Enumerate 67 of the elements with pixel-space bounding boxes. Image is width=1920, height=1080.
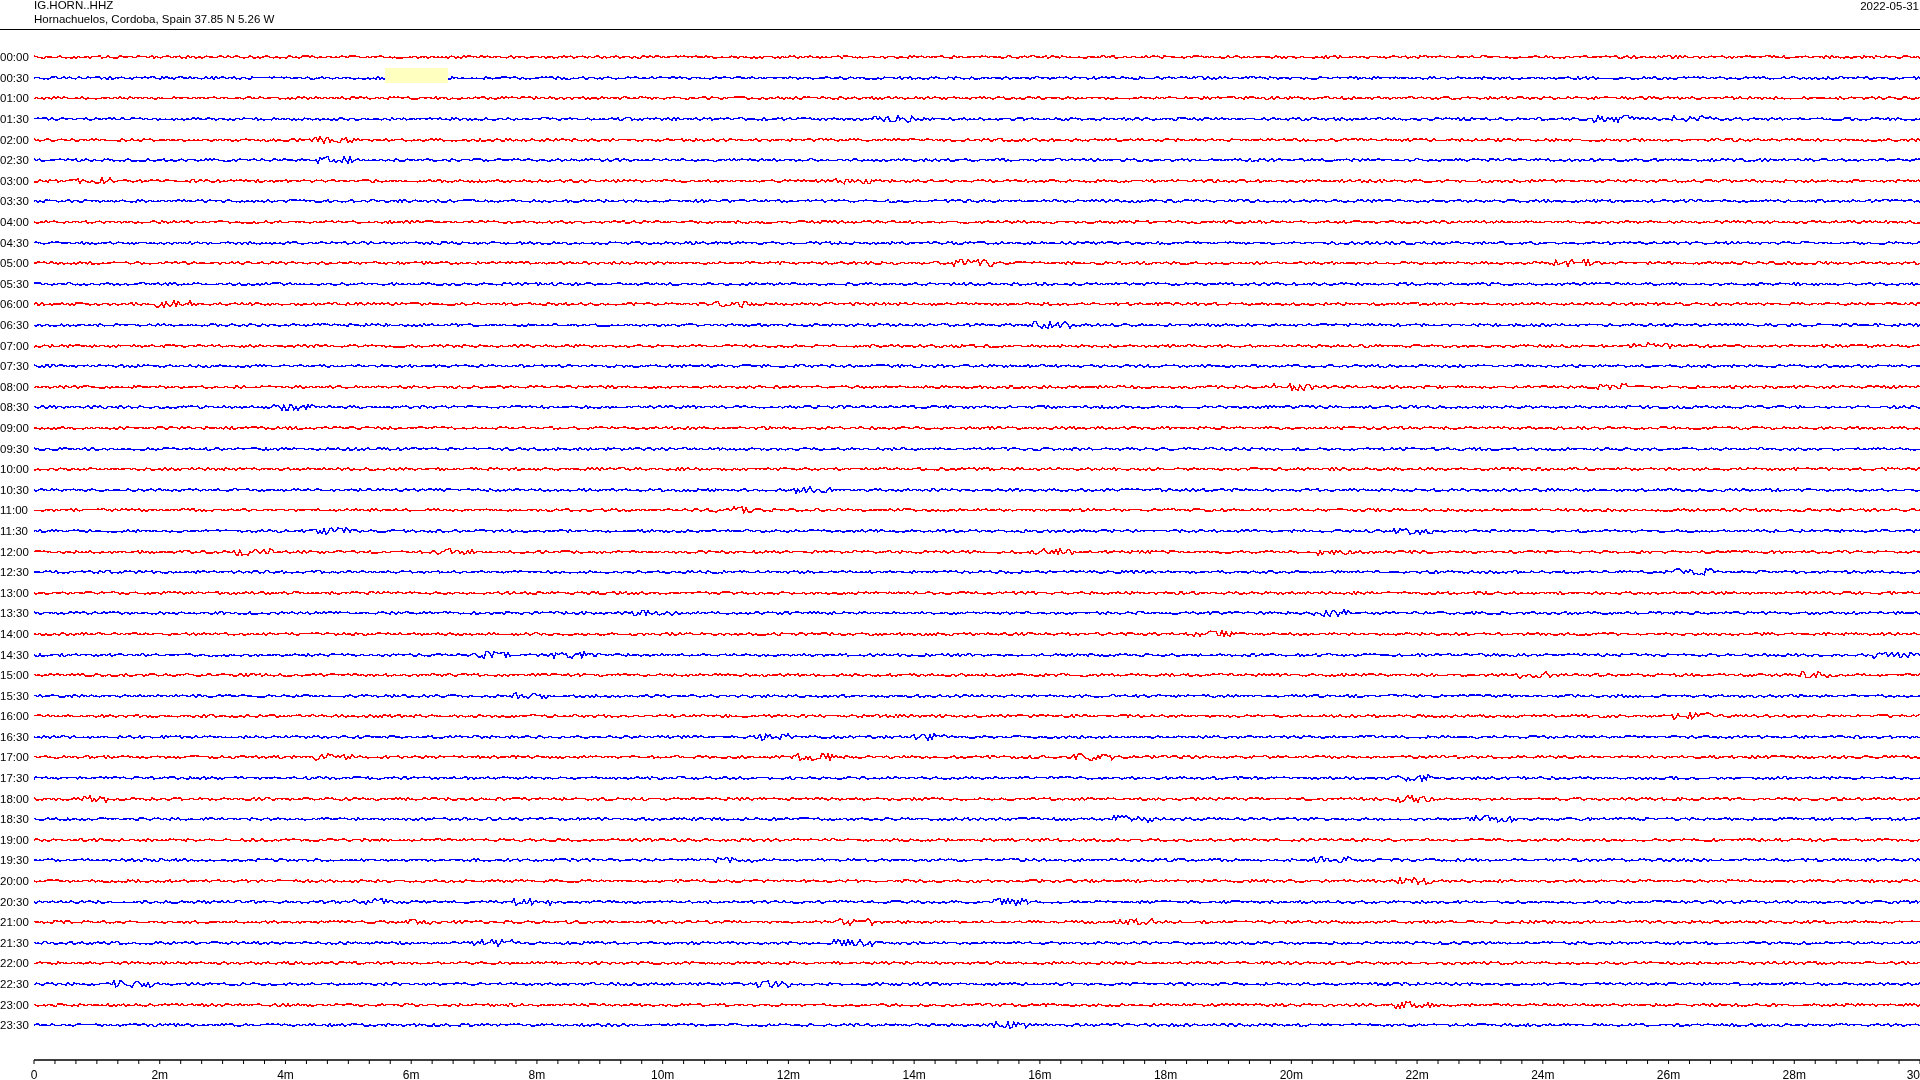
time-label: 20:30 — [0, 895, 30, 908]
time-label: 01:00 — [0, 92, 30, 105]
time-label: 04:30 — [0, 236, 30, 249]
time-label: 21:30 — [0, 936, 30, 949]
time-label: 04:00 — [0, 216, 30, 229]
time-label: 15:30 — [0, 689, 30, 702]
time-label: 08:30 — [0, 401, 30, 414]
time-label: 02:30 — [0, 154, 30, 167]
time-label: 23:00 — [0, 998, 30, 1011]
time-label: 06:00 — [0, 298, 30, 311]
axis-tick-label: 28m — [1782, 1067, 1806, 1080]
time-label: 19:30 — [0, 854, 30, 867]
axis-tick-label: 2m — [151, 1067, 169, 1080]
time-label: 14:00 — [0, 627, 30, 640]
station-code: IG.HORN..HHZ — [34, 0, 115, 12]
time-label: 09:30 — [0, 442, 30, 455]
axis-tick-label: 6m — [402, 1067, 420, 1080]
axis-tick-label: 30 — [1906, 1067, 1920, 1080]
time-label: 22:00 — [0, 957, 30, 970]
axis-tick-label: 14m — [902, 1067, 926, 1080]
time-label: 05:00 — [0, 257, 30, 270]
time-label: 14:30 — [0, 648, 30, 661]
time-label: 07:30 — [0, 360, 30, 373]
time-label: 09:00 — [0, 422, 30, 434]
time-label: 05:30 — [0, 277, 30, 290]
time-label: 15:00 — [0, 669, 30, 682]
time-label: 10:00 — [0, 463, 30, 476]
time-label: 06:30 — [0, 319, 30, 331]
time-label: 11:00 — [0, 504, 29, 517]
axis-tick-label: 4m — [277, 1067, 294, 1080]
time-label: 08:00 — [0, 380, 30, 393]
axis-tick-label: 8m — [528, 1067, 546, 1080]
time-label: 03:30 — [0, 195, 30, 208]
time-label: 22:30 — [0, 978, 30, 990]
time-label: 21:00 — [0, 916, 30, 929]
time-label: 01:30 — [0, 113, 30, 126]
time-label: 00:00 — [0, 51, 30, 64]
time-label: 13:30 — [0, 607, 30, 620]
axis-tick-label: 26m — [1656, 1067, 1681, 1080]
time-label: 18:00 — [0, 792, 30, 805]
axis-tick-label: 24m — [1531, 1067, 1555, 1080]
time-label: 18:30 — [0, 813, 30, 826]
time-label: 00:30 — [0, 71, 30, 84]
time-label: 23:30 — [0, 1019, 30, 1032]
axis-tick-label: 16m — [1028, 1067, 1052, 1080]
axis-tick-label: 10m — [651, 1067, 675, 1080]
axis-tick-label: 20m — [1279, 1067, 1303, 1080]
axis-tick-label: 22m — [1405, 1067, 1429, 1080]
axis-tick-label: 18m — [1153, 1067, 1178, 1080]
time-label: 17:00 — [0, 751, 30, 764]
time-label: 19:00 — [0, 833, 30, 846]
time-label: 13:00 — [0, 586, 30, 599]
time-label: 16:00 — [0, 710, 30, 723]
time-label: 03:00 — [0, 174, 30, 187]
time-label: 07:00 — [0, 339, 30, 352]
plot-date: 2022-05-31 — [1860, 0, 1920, 13]
time-label: 17:30 — [0, 772, 30, 785]
axis-tick-label: 12m — [776, 1067, 801, 1080]
time-label: 11:30 — [0, 524, 29, 537]
time-label: 20:00 — [0, 875, 30, 888]
time-label: 16:30 — [0, 730, 30, 743]
time-label: 12:00 — [0, 545, 30, 558]
axis-tick-label: 0 — [30, 1067, 38, 1080]
time-label: 10:30 — [0, 483, 30, 496]
station-location: Hornachuelos, Cordoba, Spain 37.85 N 5.26 W — [34, 12, 275, 26]
time-label: 12:30 — [0, 566, 30, 579]
time-label: 02:00 — [0, 133, 30, 146]
